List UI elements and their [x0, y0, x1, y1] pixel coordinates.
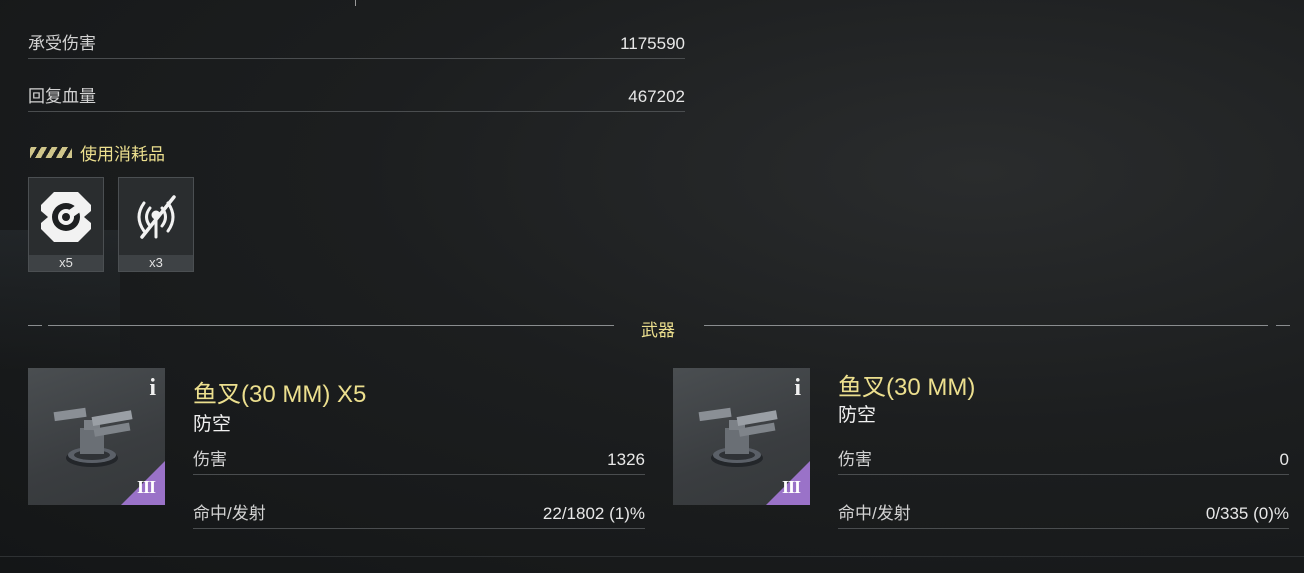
stat-row-damage-taken: 承受伤害 1175590: [28, 34, 685, 59]
divider-tick-right: [1276, 325, 1290, 326]
hit-value: 0/335 (0)%: [1205, 504, 1289, 523]
info-icon[interactable]: i: [149, 375, 156, 402]
consumable-repair[interactable]: x5: [28, 177, 104, 272]
hit-label: 命中/发射: [193, 504, 266, 523]
divider-tick-left: [28, 325, 42, 326]
divider-line-right: [704, 325, 1268, 326]
repair-wrench-icon: [29, 178, 103, 256]
weapon-image[interactable]: i III: [28, 368, 165, 505]
stat-label: 承受伤害: [28, 34, 96, 53]
info-icon[interactable]: i: [794, 375, 801, 402]
damage-value: 0: [1279, 450, 1289, 469]
weapon-image[interactable]: i III: [673, 368, 810, 505]
weapons-title: 武器: [641, 321, 675, 340]
damage-label: 伤害: [838, 450, 872, 469]
consumables-title: 使用消耗品: [80, 144, 165, 164]
hit-value: 22/1802 (1)%: [542, 504, 645, 523]
hit-label: 命中/发射: [838, 504, 911, 523]
stat-value: 467202: [628, 87, 685, 106]
stat-value: 1175590: [620, 34, 685, 53]
consumable-jammer[interactable]: x3: [118, 177, 194, 272]
tier-label: III: [136, 477, 156, 497]
weapon-name: 鱼叉(30 MM): [838, 374, 976, 401]
consumable-count: x3: [119, 255, 193, 271]
bottom-divider: [0, 556, 1304, 557]
weapon-hit-row: 命中/发射 0/335 (0)%: [838, 504, 1289, 529]
hazard-stripes-icon: [30, 146, 72, 158]
tier-label: III: [781, 477, 801, 497]
stat-row-hp-recovered: 回复血量 467202: [28, 87, 685, 112]
weapon-type: 防空: [193, 414, 232, 435]
consumables-header: 使用消耗品: [30, 141, 165, 164]
weapon-hit-row: 命中/发射 22/1802 (1)%: [193, 504, 645, 529]
consumable-count: x5: [29, 255, 103, 271]
damage-value: 1326: [607, 450, 645, 469]
weapon-damage-row: 伤害 1326: [193, 450, 645, 475]
top-divider-tick: [355, 0, 356, 6]
weapon-name: 鱼叉(30 MM) X5: [193, 381, 367, 408]
weapon-damage-row: 伤害 0: [838, 450, 1289, 475]
damage-label: 伤害: [193, 450, 227, 469]
divider-line-left: [48, 325, 614, 326]
signal-jammer-icon: [119, 178, 193, 256]
stat-label: 回复血量: [28, 87, 96, 106]
weapon-type: 防空: [838, 405, 877, 426]
